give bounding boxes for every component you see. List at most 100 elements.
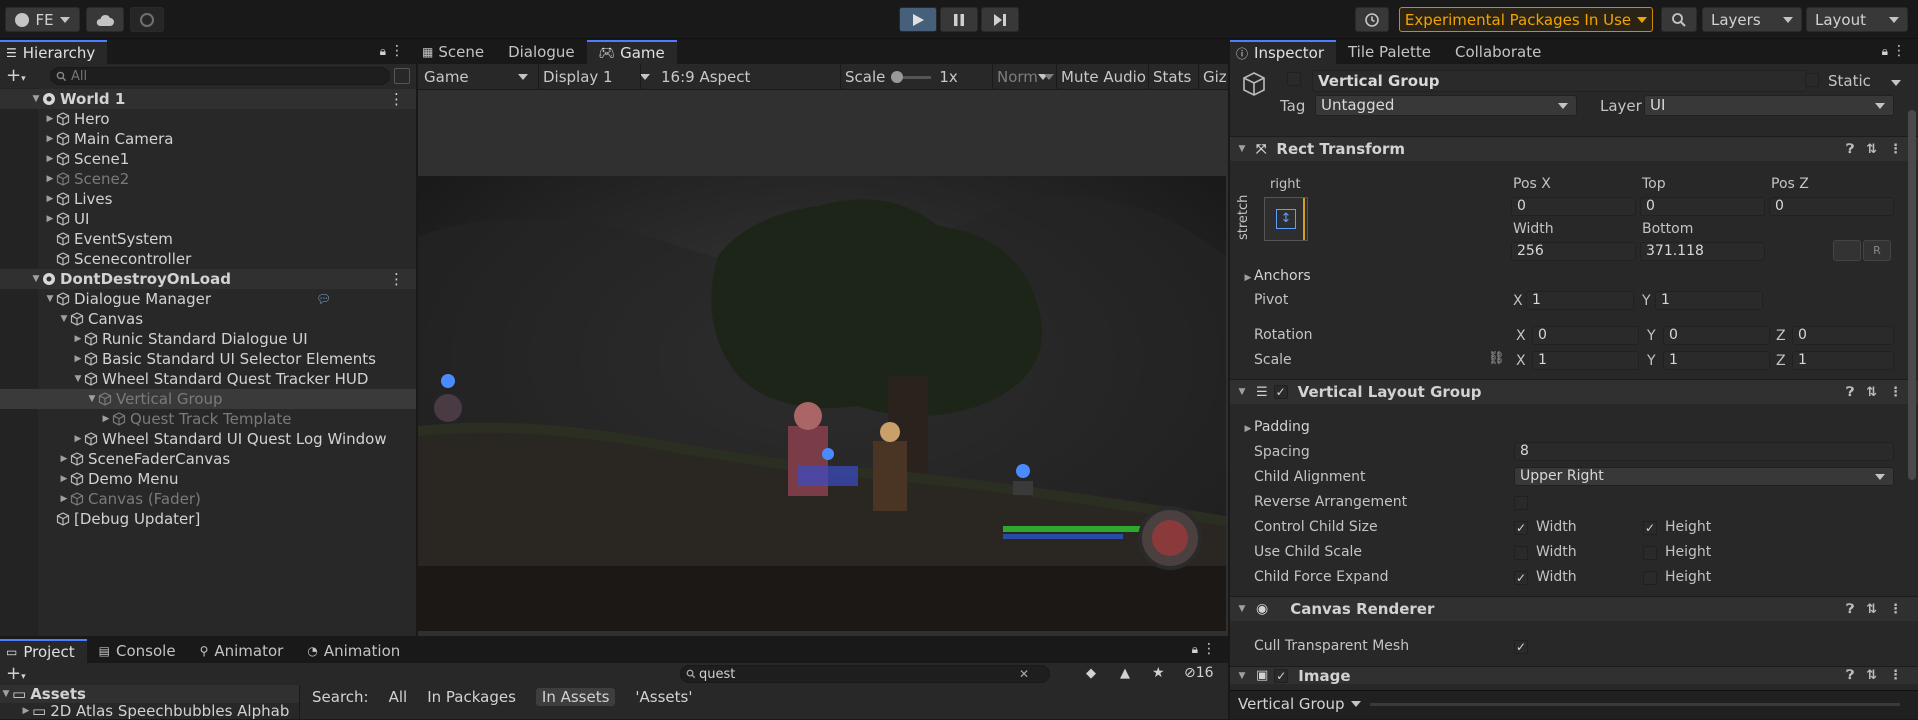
hierarchy-row[interactable]: ▼ Canvas — [0, 309, 416, 329]
hierarchy-row[interactable]: ▶ Runic Standard Dialogue UI — [0, 329, 416, 349]
search-by-type-icon[interactable]: ◆ — [1086, 666, 1096, 681]
scope-in-assets[interactable]: In Assets — [535, 688, 616, 706]
canvas-renderer-header[interactable]: ▼ ◉ Canvas Renderer ❓︎ ⇅ ⋮ — [1230, 596, 1918, 621]
more-icon[interactable]: ⋮ — [1889, 142, 1902, 157]
scope-all[interactable]: All — [389, 688, 408, 706]
inspector-scrollbar[interactable] — [1908, 110, 1916, 480]
help-icon[interactable]: ❓︎ — [1846, 142, 1854, 157]
pivot-y-field[interactable]: 1 — [1655, 291, 1763, 310]
play-button[interactable] — [899, 7, 937, 32]
foldout-arrow-icon[interactable]: ▼ — [30, 274, 42, 284]
image-header[interactable]: ▼ ▣ ✓ Image ❓︎ ⇅ ⋮ — [1230, 666, 1918, 684]
foldout-arrow-icon[interactable]: ▼ — [72, 374, 84, 384]
preview-target-dropdown[interactable]: Vertical Group — [1238, 695, 1361, 713]
collab-button[interactable] — [130, 7, 164, 32]
preset-icon[interactable]: ⇅ — [1866, 385, 1877, 400]
hierarchy-scene-row[interactable]: ▼ DontDestroyOnLoad ⋮ — [0, 269, 416, 289]
foldout-arrow-icon[interactable]: ▶ — [58, 474, 70, 484]
more-icon[interactable]: ⋮ — [1889, 385, 1902, 400]
project-search[interactable]: ✕ — [680, 665, 1050, 683]
foldout-arrow-icon[interactable]: ▶ — [58, 454, 70, 464]
more-icon[interactable]: ⋮ — [1889, 668, 1902, 683]
hierarchy-scene-row[interactable]: ▼ World 1 ⋮ — [0, 89, 416, 109]
clear-search-icon[interactable]: ✕ — [1019, 667, 1029, 681]
layout-dropdown[interactable]: Layout — [1806, 7, 1908, 32]
hierarchy-row[interactable]: ▶ UI — [0, 209, 416, 229]
foldout-arrow-icon[interactable]: ▶ — [72, 354, 84, 364]
vertical-layout-group-header[interactable]: ▼ ☰ ✓ Vertical Layout Group ❓︎ ⇅ ⋮ — [1230, 379, 1918, 404]
tab-hierarchy[interactable]: ☰ Hierarchy — [0, 40, 108, 64]
more-icon[interactable]: ⋮ — [1889, 602, 1902, 617]
foldout-arrow-icon[interactable]: ▼ — [86, 394, 98, 404]
width-field[interactable]: 256 — [1511, 242, 1636, 261]
more-icon[interactable]: ⋮ — [1202, 641, 1216, 657]
layer-dropdown[interactable]: UI — [1644, 95, 1894, 116]
constrain-proportions-icon[interactable]: ⛓︎ — [1488, 351, 1505, 366]
child-alignment-dropdown[interactable]: Upper Right — [1514, 467, 1894, 486]
foldout-arrow-icon[interactable]: ▼ — [44, 294, 56, 304]
mute-audio-toggle[interactable]: Mute Audio — [1056, 64, 1150, 90]
hierarchy-row[interactable]: ▶ Hero — [0, 109, 416, 129]
hierarchy-row[interactable]: ▶ Scene2 — [0, 169, 416, 189]
tab-dialogue[interactable]: Dialogue — [496, 40, 587, 64]
expand-height-checkbox[interactable] — [1643, 571, 1657, 585]
expand-width-checkbox[interactable]: ✓ — [1514, 571, 1528, 585]
project-search-input[interactable] — [699, 666, 1019, 682]
scale-slider[interactable]: Scale 1x — [840, 64, 970, 90]
foldout-arrow-icon[interactable]: ▶ — [44, 214, 56, 224]
active-checkbox[interactable] — [1287, 72, 1301, 86]
scope-in-packages[interactable]: In Packages — [427, 688, 516, 706]
help-icon[interactable]: ❓︎ — [1846, 385, 1854, 400]
posz-field[interactable]: 0 — [1769, 197, 1894, 216]
image-enabled-checkbox[interactable]: ✓ — [1274, 668, 1289, 683]
preset-icon[interactable]: ⇅ — [1866, 668, 1877, 683]
step-button[interactable] — [981, 7, 1019, 32]
add-button[interactable]: +▾ — [6, 65, 26, 86]
lock-icon[interactable]: 🔒︎ — [1882, 44, 1888, 59]
tab-game[interactable]: 🎮︎ Game — [586, 40, 677, 64]
tab-console[interactable]: ▤ Console — [87, 639, 188, 663]
hierarchy-row[interactable]: ▶ Main Camera — [0, 129, 416, 149]
hierarchy-row[interactable]: ▶ Basic Standard UI Selector Elements — [0, 349, 416, 369]
folder-speechbubbles[interactable]: ▶ ▭ 2D Atlas Speechbubbles Alphab — [0, 702, 299, 720]
foldout-arrow-icon[interactable]: ▶ — [58, 494, 70, 504]
foldout-arrow-icon[interactable]: ▶ — [44, 174, 56, 184]
hierarchy-row[interactable]: ▶ Demo Menu — [0, 469, 416, 489]
rot-y-field[interactable]: 0 — [1663, 326, 1770, 345]
more-icon[interactable]: ⋮ — [389, 270, 404, 288]
foldout-arrow-icon[interactable]: ▶ — [44, 194, 56, 204]
static-checkbox[interactable] — [1805, 73, 1819, 87]
search-options-icon[interactable] — [394, 68, 410, 84]
lock-icon[interactable]: 🔒︎ — [380, 44, 386, 59]
search-button[interactable] — [1661, 7, 1697, 32]
raw-edit-button[interactable]: R — [1863, 240, 1891, 261]
foldout-arrow-icon[interactable]: ▶ — [100, 414, 112, 424]
hierarchy-row[interactable]: ▶ Wheel Standard UI Quest Log Window — [0, 429, 416, 449]
control-height-checkbox[interactable]: ✓ — [1643, 521, 1657, 535]
preset-icon[interactable]: ⇅ — [1866, 602, 1877, 617]
more-icon[interactable]: ⋮ — [1892, 43, 1906, 59]
static-dropdown-arrow[interactable] — [1891, 80, 1901, 86]
stats-toggle[interactable]: Stats — [1148, 64, 1195, 90]
top-field[interactable]: 0 — [1640, 197, 1765, 216]
hierarchy-row[interactable]: [Debug Updater] — [0, 509, 416, 529]
tag-dropdown[interactable]: Untagged — [1315, 95, 1577, 116]
favorite-icon[interactable]: ★ — [1152, 665, 1165, 681]
tab-tile-palette[interactable]: Tile Palette — [1336, 40, 1443, 64]
label-icon[interactable]: ▲ — [1120, 666, 1130, 681]
foldout-arrow-icon[interactable]: ▶ — [44, 154, 56, 164]
hierarchy-row[interactable]: ▼ Wheel Standard Quest Tracker HUD — [0, 369, 416, 389]
game-mode-dropdown[interactable]: Game — [420, 64, 532, 90]
hierarchy-row[interactable]: ▶ SceneFaderCanvas — [0, 449, 416, 469]
pause-button[interactable] — [940, 7, 978, 32]
hierarchy-row[interactable]: EventSystem — [0, 229, 416, 249]
folder-assets[interactable]: ▼ ▭ Assets — [0, 685, 299, 703]
preset-icon[interactable]: ⇅ — [1866, 142, 1877, 157]
game-viewport[interactable] — [418, 90, 1228, 636]
account-dropdown[interactable]: FE — [5, 7, 80, 32]
tab-animation[interactable]: ◔ Animation — [295, 639, 412, 663]
hierarchy-row[interactable]: ▶ Lives — [0, 189, 416, 209]
pivot-x-field[interactable]: 1 — [1526, 291, 1634, 310]
help-icon[interactable]: ❓︎ — [1846, 602, 1854, 617]
foldout-arrow-icon[interactable]: ▶ — [72, 434, 84, 444]
